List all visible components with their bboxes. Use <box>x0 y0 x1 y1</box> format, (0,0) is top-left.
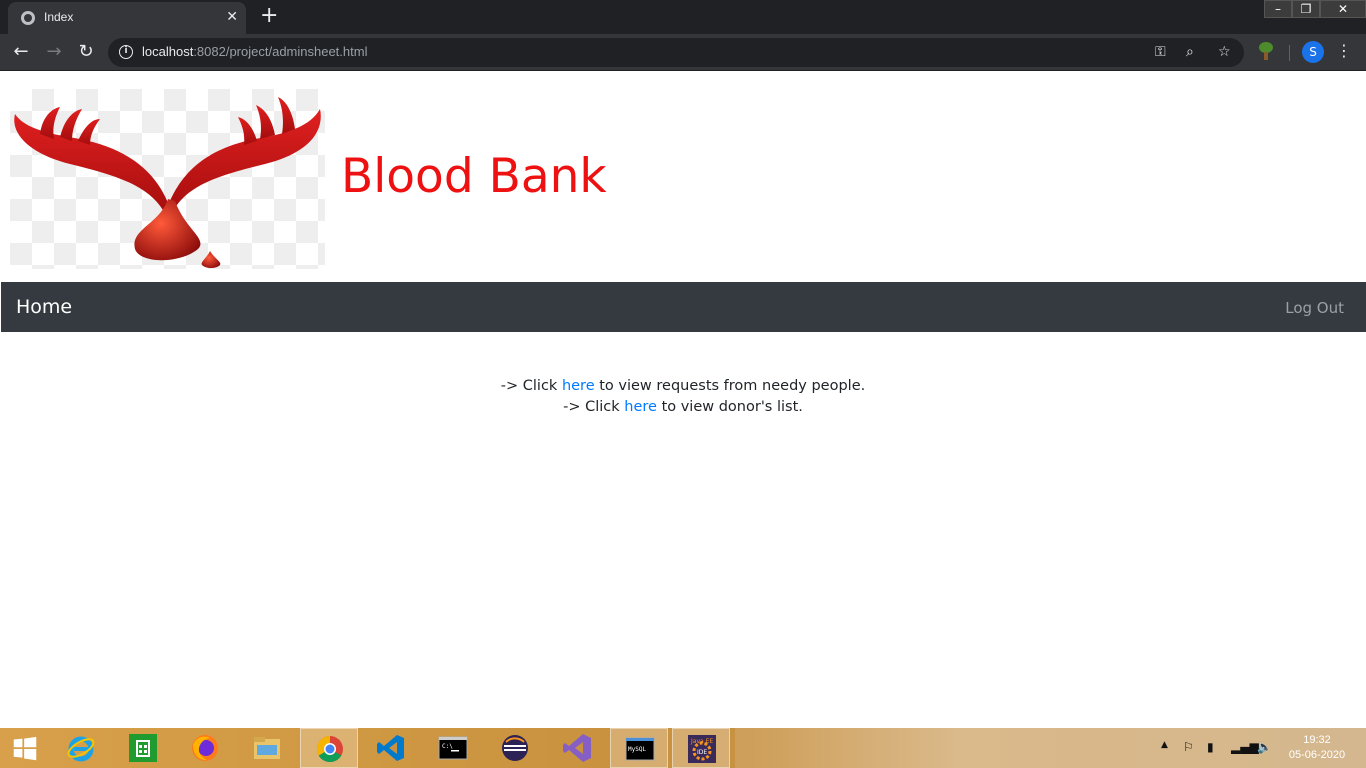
window-controls: – ❐ ✕ <box>1264 0 1366 18</box>
site-title: Blood Bank <box>341 149 607 204</box>
browser-tab[interactable]: Index ✕ <box>8 2 246 34</box>
svg-text:MySQL: MySQL <box>628 746 646 753</box>
flag-icon[interactable]: ⚐ <box>1183 740 1194 754</box>
browser-toolbar: ← → ↻ i localhost:8082/project/adminshee… <box>0 34 1366 71</box>
eclipse-icon <box>502 735 528 761</box>
blood-bank-logo <box>10 89 325 269</box>
restore-icon[interactable]: ❐ <box>1292 0 1320 18</box>
tray-chevron-icon[interactable]: ▲ <box>1161 740 1168 750</box>
donors-suffix: to view donor's list. <box>661 399 803 415</box>
visual-studio-icon <box>563 734 591 762</box>
taskbar-chrome[interactable] <box>300 728 358 768</box>
more-menu-icon[interactable]: ⋮ <box>1336 42 1352 60</box>
taskbar-store[interactable] <box>114 728 172 768</box>
requests-suffix: to view requests from needy people. <box>599 378 866 394</box>
globe-icon <box>21 11 35 25</box>
signal-icon[interactable]: ▂▄▆ <box>1231 740 1259 754</box>
taskbar-firefox[interactable] <box>176 728 234 768</box>
toolbar-separator <box>1289 45 1290 61</box>
svg-text:C:\: C:\ <box>442 743 453 750</box>
clock-time: 19:32 <box>1303 734 1331 746</box>
internet-explorer-icon <box>67 736 95 762</box>
donors-prefix: -> Click <box>563 399 620 415</box>
battery-icon[interactable]: ▮ <box>1207 740 1214 754</box>
admin-links: -> Click here to view requests from need… <box>0 376 1366 418</box>
mysql-icon: MySQL <box>625 737 655 761</box>
file-explorer-icon <box>254 737 280 759</box>
chrome-icon <box>316 735 343 763</box>
site-navbar: Home Log Out <box>1 282 1366 332</box>
start-icon <box>13 736 37 761</box>
svg-text:IDE: IDE <box>697 749 707 756</box>
taskbar-ie[interactable] <box>52 728 110 768</box>
vscode-icon <box>377 735 404 761</box>
new-tab-icon[interactable]: + <box>260 5 278 27</box>
donors-line: -> Click here to view donor's list. <box>0 397 1366 418</box>
start-button[interactable] <box>0 728 58 768</box>
tab-close-icon[interactable]: ✕ <box>226 9 238 25</box>
firefox-icon <box>192 735 218 761</box>
clock-date: 05-06-2020 <box>1288 749 1346 761</box>
minimize-icon[interactable]: – <box>1264 0 1292 18</box>
star-icon[interactable]: ☆ <box>1218 44 1231 60</box>
close-window-icon[interactable]: ✕ <box>1320 0 1366 18</box>
forward-icon[interactable]: → <box>42 41 66 65</box>
volume-icon[interactable]: 🔈 <box>1257 740 1272 754</box>
nav-home-link[interactable]: Home <box>16 296 72 318</box>
taskbar-mysql[interactable]: MySQL <box>610 728 668 768</box>
java-ee-ide-icon: Java EE IDE <box>688 735 716 763</box>
address-bar[interactable]: i localhost:8082/project/adminsheet.html… <box>108 38 1244 67</box>
reload-icon[interactable]: ↻ <box>74 41 98 65</box>
taskbar-java-ee-ide[interactable]: Java EE IDE <box>672 728 730 768</box>
url-text: localhost:8082/project/adminsheet.html <box>142 44 368 59</box>
zoom-icon[interactable]: ⌕ <box>1186 44 1194 60</box>
requests-prefix: -> Click <box>500 378 558 394</box>
system-clock[interactable]: 19:32 05-06-2020 <box>1284 733 1350 763</box>
store-icon <box>129 734 157 762</box>
taskbar-eclipse[interactable] <box>486 728 544 768</box>
profile-avatar[interactable]: S <box>1302 41 1324 63</box>
tab-title: Index <box>44 10 74 24</box>
requests-line: -> Click here to view requests from need… <box>0 376 1366 397</box>
extension-tree-icon[interactable] <box>1257 42 1275 60</box>
cmd-icon: C:\ <box>438 736 468 760</box>
taskbar-vscode[interactable] <box>362 728 420 768</box>
taskbar-visual-studio[interactable] <box>548 728 606 768</box>
nav-logout-link[interactable]: Log Out <box>1285 299 1344 317</box>
svg-text:Java EE: Java EE <box>690 738 713 745</box>
view-requests-link[interactable]: here <box>562 378 595 394</box>
taskbar-file-explorer[interactable] <box>238 728 296 768</box>
browser-titlebar: Index ✕ + – ❐ ✕ <box>0 0 1366 34</box>
view-donors-link[interactable]: here <box>624 399 657 415</box>
windows-taskbar: C:\ MySQL Java EE IDE ▲ ⚐ ▮ ▂▄▆ 🔈 19:32 … <box>0 728 1366 768</box>
web-page: Blood Bank Home Log Out -> Click here to… <box>0 71 1366 728</box>
taskbar-cmd[interactable]: C:\ <box>424 728 482 768</box>
back-icon[interactable]: ← <box>9 41 33 65</box>
key-icon[interactable]: ⚿ <box>1155 44 1166 60</box>
site-info-icon[interactable]: i <box>119 45 133 59</box>
